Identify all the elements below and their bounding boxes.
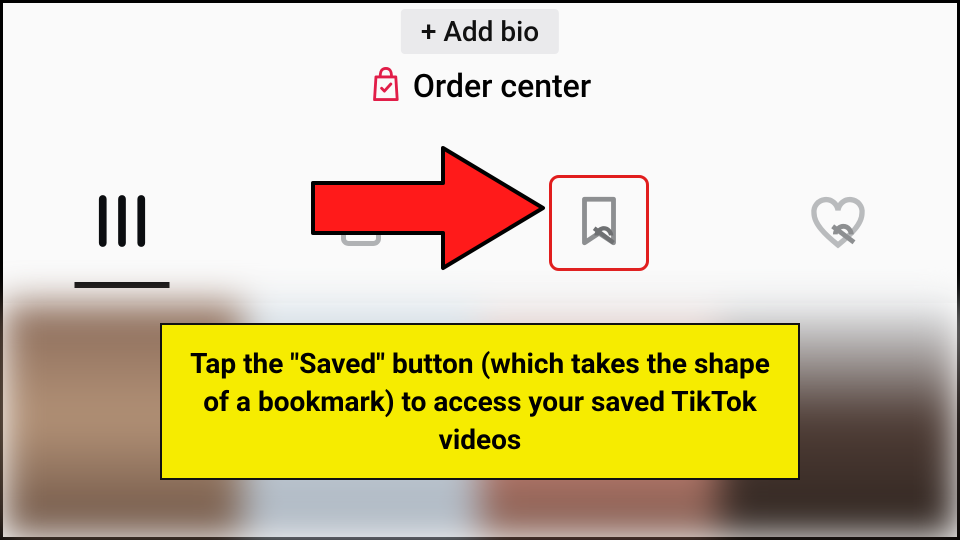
annotation-caption: Tap the "Saved" button (which takes the …	[160, 323, 800, 480]
profile-tabs	[3, 163, 957, 283]
annotation-caption-text: Tap the "Saved" button (which takes the …	[190, 347, 770, 456]
heart-hidden-icon	[806, 189, 870, 257]
order-center-label: Order center	[413, 67, 591, 105]
saved-highlight-box	[549, 175, 649, 271]
tab-posts[interactable]	[22, 168, 222, 278]
tab-liked[interactable]	[738, 168, 938, 278]
add-bio-button[interactable]: + Add bio	[401, 9, 559, 54]
lock-icon	[331, 191, 391, 255]
add-bio-label: + Add bio	[421, 15, 539, 48]
order-center-link[interactable]: Order center	[369, 65, 591, 107]
bookmark-icon	[570, 235, 628, 254]
grid-columns-icon	[89, 188, 155, 258]
tab-saved[interactable]	[499, 168, 699, 278]
profile-header-area: + Add bio Order center	[3, 3, 957, 303]
active-tab-indicator	[75, 282, 170, 288]
tab-private[interactable]	[261, 168, 461, 278]
shopping-bag-icon	[369, 65, 403, 107]
